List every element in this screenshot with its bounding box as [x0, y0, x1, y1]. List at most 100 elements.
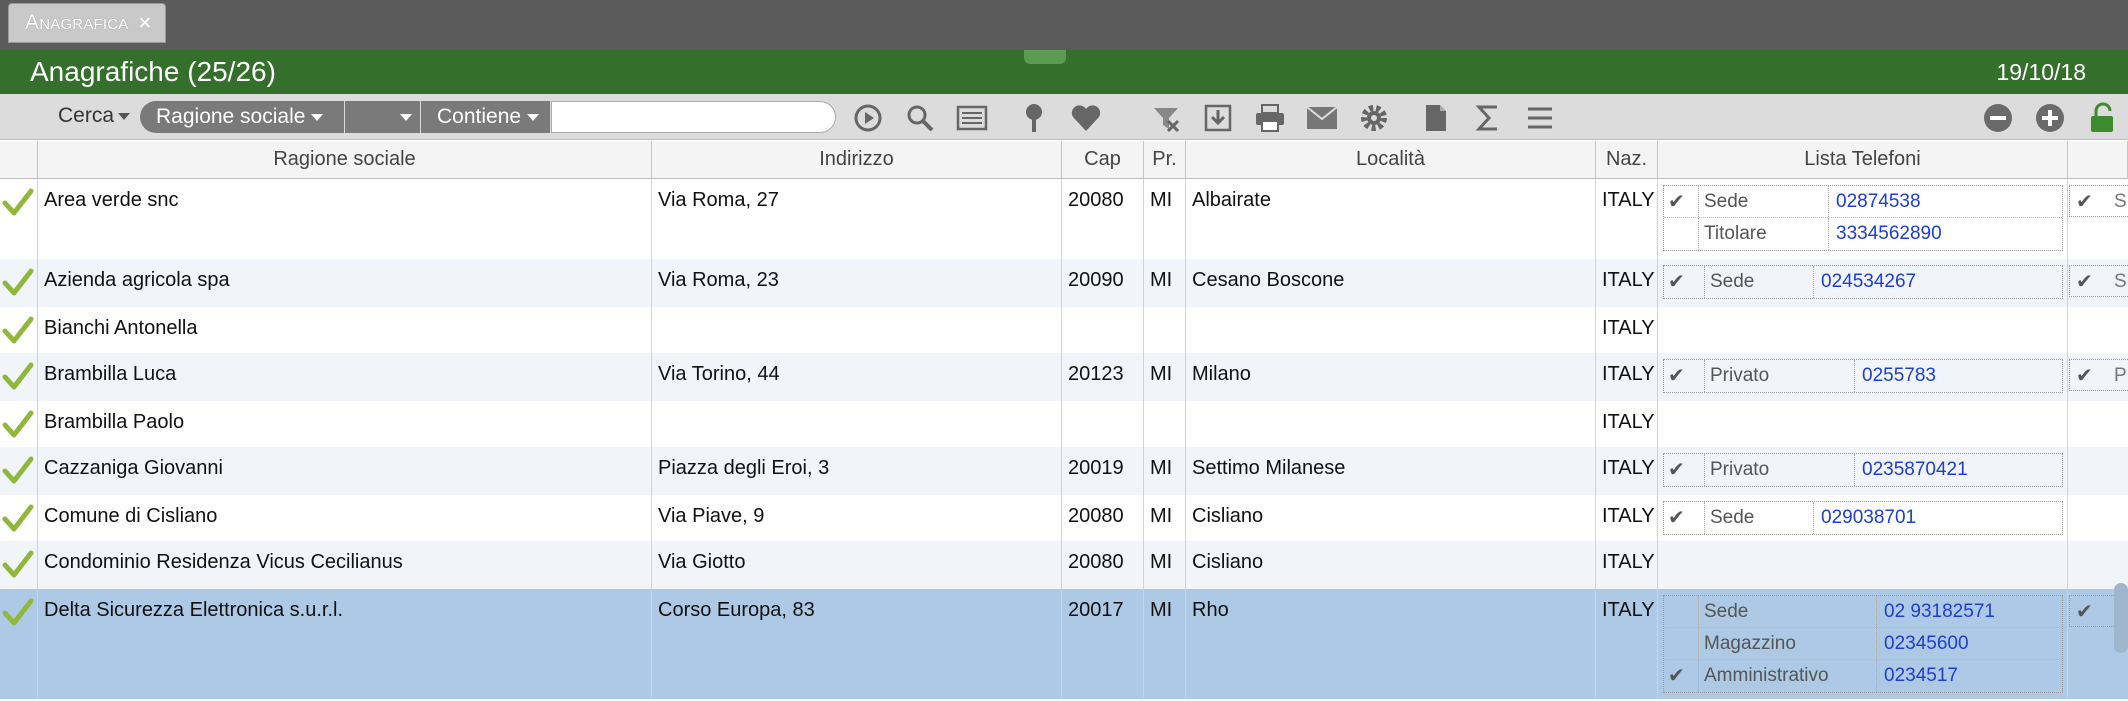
- cell-pr[interactable]: [1144, 401, 1186, 447]
- download-icon[interactable]: [1200, 101, 1236, 135]
- cell-naz[interactable]: ITALY: [1596, 353, 1658, 401]
- cell-indirizzo[interactable]: [652, 401, 1062, 447]
- table-row[interactable]: Delta Sicurezza Elettronica s.u.r.l. Cors…: [0, 589, 2128, 699]
- gear-icon[interactable]: [1356, 101, 1392, 135]
- phone-row[interactable]: ✔ Amministrativo 0234517: [1664, 660, 2062, 692]
- phone-row[interactable]: ✔ Sede 024534267: [1664, 266, 2062, 298]
- cell-cap[interactable]: 20090: [1062, 259, 1144, 307]
- phone-number[interactable]: 0235870421: [1862, 459, 1968, 481]
- sum-icon[interactable]: [1470, 101, 1506, 135]
- check-icon[interactable]: ✔: [1668, 663, 1685, 688]
- phone-number[interactable]: 0234517: [1884, 665, 1958, 687]
- phone-number[interactable]: 02 93182571: [1884, 601, 1995, 623]
- cell-naz[interactable]: ITALY: [1596, 179, 1658, 259]
- cell-naz[interactable]: ITALY: [1596, 495, 1658, 541]
- cell-indirizzo[interactable]: Via Piave, 9: [652, 495, 1062, 541]
- pin-icon[interactable]: [1016, 101, 1052, 135]
- mail-icon[interactable]: [1304, 101, 1340, 135]
- cell-cap[interactable]: 20080: [1062, 179, 1144, 259]
- phone-number[interactable]: 029038701: [1821, 507, 1916, 529]
- unlock-icon[interactable]: [2084, 101, 2120, 135]
- phone-row[interactable]: Titolare 3334562890: [1664, 218, 2062, 250]
- cell-localita[interactable]: Albairate: [1186, 179, 1596, 259]
- cell-indirizzo[interactable]: Via Roma, 27: [652, 179, 1062, 259]
- checkmark-icon[interactable]: [2, 267, 34, 297]
- print-icon[interactable]: [1252, 101, 1288, 135]
- column-header-indirizzo[interactable]: Indirizzo: [652, 141, 1062, 179]
- cell-pr[interactable]: MI: [1144, 447, 1186, 495]
- cell-ragione-sociale[interactable]: Azienda agricola spa: [38, 259, 652, 307]
- cell-pr[interactable]: MI: [1144, 259, 1186, 307]
- checkmark-icon[interactable]: [2, 503, 34, 533]
- phone-number[interactable]: 024534267: [1821, 271, 1916, 293]
- collapse-handle[interactable]: [1024, 50, 1066, 64]
- cell-cap[interactable]: 20017: [1062, 589, 1144, 699]
- cell-pr[interactable]: MI: [1144, 353, 1186, 401]
- cell-localita[interactable]: Settimo Milanese: [1186, 447, 1596, 495]
- check-icon[interactable]: ✔: [1668, 363, 1685, 388]
- checkmark-icon[interactable]: [2, 187, 34, 217]
- column-header-naz[interactable]: Naz.: [1596, 141, 1658, 179]
- cell-indirizzo[interactable]: Piazza degli Eroi, 3: [652, 447, 1062, 495]
- cell-localita[interactable]: Milano: [1186, 353, 1596, 401]
- cell-cap[interactable]: [1062, 401, 1144, 447]
- cell-naz[interactable]: ITALY: [1596, 589, 1658, 699]
- modifier-select[interactable]: [345, 101, 420, 133]
- phone-row[interactable]: ✔ Privato 0235870421: [1664, 454, 2062, 486]
- phone-row[interactable]: ✔ Privato 0255783: [1664, 360, 2062, 392]
- cell-ragione-sociale[interactable]: Condominio Residenza Vicus Cecilianus: [38, 541, 652, 589]
- phone-list-overflow[interactable]: ✔S: [2069, 265, 2128, 297]
- phone-number[interactable]: 02345600: [1884, 633, 1969, 655]
- cell-cap[interactable]: [1062, 307, 1144, 353]
- cell-localita[interactable]: [1186, 401, 1596, 447]
- tab-close-icon[interactable]: ×: [139, 10, 152, 36]
- column-header-localita[interactable]: Località: [1186, 141, 1596, 179]
- cell-pr[interactable]: MI: [1144, 541, 1186, 589]
- table-row[interactable]: Azienda agricola spa Via Roma, 23 20090 MI C…: [0, 259, 2128, 307]
- phone-row[interactable]: ✔ Sede 029038701: [1664, 502, 2062, 534]
- table-row[interactable]: Comune di Cisliano Via Piave, 9 20080 MI Cis…: [0, 495, 2128, 541]
- check-icon[interactable]: ✔: [2076, 269, 2093, 294]
- cell-ragione-sociale[interactable]: Area verde snc: [38, 179, 652, 259]
- checkmark-icon[interactable]: [2, 315, 34, 345]
- table-row[interactable]: Bianchi Antonella ITALY: [0, 307, 2128, 353]
- cell-cap[interactable]: 20080: [1062, 541, 1144, 589]
- cell-cap[interactable]: 20123: [1062, 353, 1144, 401]
- checkmark-icon[interactable]: [2, 549, 34, 579]
- cell-pr[interactable]: MI: [1144, 589, 1186, 699]
- phone-row[interactable]: Sede 02 93182571: [1664, 596, 2062, 628]
- cell-naz[interactable]: ITALY: [1596, 541, 1658, 589]
- cerca-menu[interactable]: Cerca: [58, 104, 131, 128]
- menu-icon[interactable]: [1522, 101, 1558, 135]
- scrollbar-thumb[interactable]: [2114, 583, 2128, 653]
- cell-cap[interactable]: 20019: [1062, 447, 1144, 495]
- phone-row[interactable]: Magazzino 02345600: [1664, 628, 2062, 660]
- table-row[interactable]: Brambilla Paolo ITALY: [0, 401, 2128, 447]
- cell-cap[interactable]: 20080: [1062, 495, 1144, 541]
- cell-indirizzo[interactable]: Via Torino, 44: [652, 353, 1062, 401]
- clear-filter-icon[interactable]: [1148, 101, 1184, 135]
- phone-row[interactable]: ✔ Sede 02874538: [1664, 186, 2062, 218]
- cell-indirizzo[interactable]: [652, 307, 1062, 353]
- cell-localita[interactable]: Cesano Boscone: [1186, 259, 1596, 307]
- search-input[interactable]: [551, 101, 836, 133]
- cell-ragione-sociale[interactable]: Brambilla Luca: [38, 353, 652, 401]
- cell-pr[interactable]: [1144, 307, 1186, 353]
- cell-localita[interactable]: Cisliano: [1186, 495, 1596, 541]
- cell-indirizzo[interactable]: Via Roma, 23: [652, 259, 1062, 307]
- check-icon[interactable]: ✔: [1668, 457, 1685, 482]
- add-icon[interactable]: [2032, 101, 2068, 135]
- cell-localita[interactable]: [1186, 307, 1596, 353]
- list-icon[interactable]: [954, 101, 990, 135]
- cell-ragione-sociale[interactable]: Delta Sicurezza Elettronica s.u.r.l.: [38, 589, 652, 699]
- check-icon[interactable]: ✔: [2076, 363, 2093, 388]
- checkmark-icon[interactable]: [2, 361, 34, 391]
- remove-icon[interactable]: [1980, 101, 2016, 135]
- cell-indirizzo[interactable]: Corso Europa, 83: [652, 589, 1062, 699]
- column-header-pr[interactable]: Pr.: [1144, 141, 1186, 179]
- phone-number[interactable]: 0255783: [1862, 365, 1936, 387]
- table-row[interactable]: Cazzaniga Giovanni Piazza degli Eroi, 3 20…: [0, 447, 2128, 495]
- cell-ragione-sociale[interactable]: Comune di Cisliano: [38, 495, 652, 541]
- heart-icon[interactable]: [1068, 101, 1104, 135]
- checkmark-icon[interactable]: [2, 597, 34, 627]
